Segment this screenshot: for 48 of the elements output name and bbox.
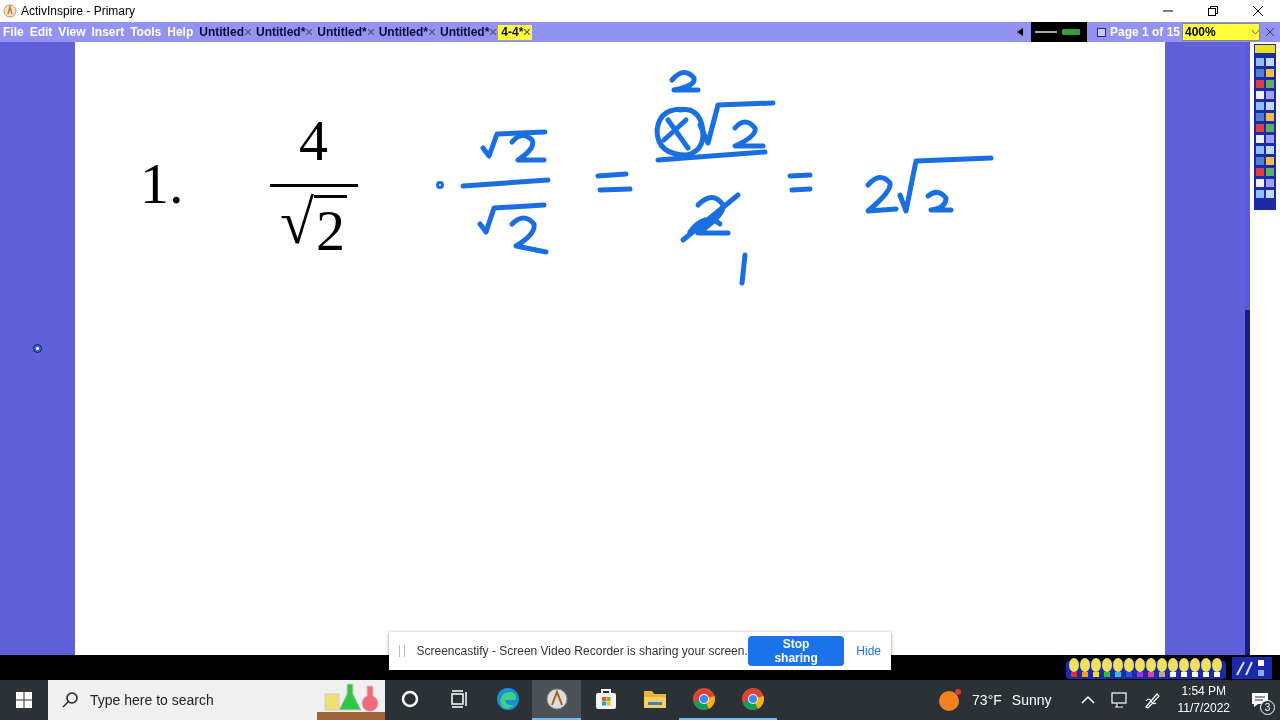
search-icon [62, 692, 78, 708]
folder-icon[interactable] [642, 688, 667, 710]
document-tab[interactable]: Untitled [196, 24, 253, 40]
browser-icon[interactable] [691, 687, 716, 711]
document-tab[interactable]: 4-4* [498, 24, 533, 40]
hide-link[interactable]: Hide [856, 644, 881, 658]
restore-icon[interactable] [1207, 6, 1218, 16]
radical-sign: √ [280, 191, 314, 253]
scroll-left-icon[interactable] [1016, 28, 1023, 36]
toolbox-drawing[interactable] [1254, 44, 1276, 210]
drag-handle[interactable] [399, 645, 405, 657]
document-tab[interactable]: Untitled* [375, 24, 437, 40]
app-logo-icon[interactable] [544, 687, 569, 711]
clock-time[interactable]: 1:54 PM [1181, 683, 1227, 700]
browser-icon[interactable] [495, 687, 520, 711]
weather-condition[interactable]: Sunny [1011, 692, 1052, 708]
sun-icon[interactable] [938, 688, 963, 712]
document-tab[interactable]: Untitled* [252, 24, 315, 40]
document-tab[interactable]: Untitled* [437, 24, 499, 40]
circle-icon[interactable] [400, 690, 419, 708]
close-icon[interactable] [1252, 6, 1263, 16]
problem-number: 1. [140, 150, 184, 217]
close-icon[interactable] [524, 29, 531, 35]
document-tab[interactable]: Untitled* [314, 24, 376, 40]
notification-count: 3 [1260, 700, 1275, 715]
app-logo-icon [3, 4, 17, 18]
pen-palette-drawing[interactable] [1066, 656, 1226, 679]
sharing-message: Screencastify - Screen Video Recorder is sharing your screen. [416, 644, 748, 658]
page-icon[interactable] [1096, 27, 1106, 37]
task-view-icon[interactable] [449, 690, 468, 708]
tool-buttons-drawing[interactable] [1232, 656, 1272, 679]
numerator: 4 [299, 112, 328, 170]
network-icon[interactable] [1110, 692, 1129, 708]
temperature[interactable]: 73°F [972, 692, 1002, 708]
shopping-bag-icon[interactable] [593, 687, 618, 711]
radicand: 2 [314, 195, 347, 260]
caret-icon[interactable] [1252, 30, 1259, 34]
page-indicator: Page 1 of 15 [1109, 25, 1180, 39]
zoom-field[interactable]: 400% [1182, 23, 1260, 41]
flasks-drawing [317, 680, 385, 720]
scrollbar[interactable] [1245, 42, 1250, 655]
clock-date[interactable]: 11/7/2022 [1177, 700, 1230, 717]
windows-start-icon[interactable] [16, 692, 32, 708]
chevron-up-icon[interactable] [1080, 696, 1095, 704]
stop-sharing-button[interactable]: Stop sharing [747, 636, 845, 666]
search-field[interactable]: Type here to search [48, 680, 385, 720]
browser-icon[interactable] [740, 687, 765, 711]
window-title: ActivInspire - Primary [21, 4, 137, 18]
